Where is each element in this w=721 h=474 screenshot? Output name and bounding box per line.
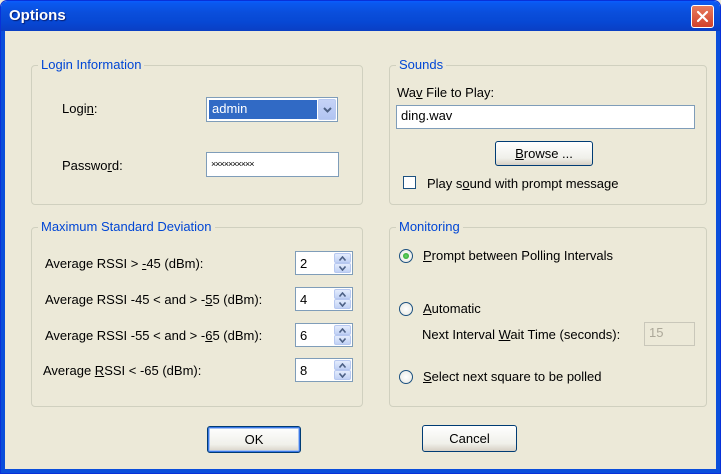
window-title: Options bbox=[9, 7, 66, 24]
max-standard-deviation-legend: Maximum Standard Deviation bbox=[38, 219, 215, 234]
rssi-spinner-value: 8 bbox=[300, 363, 308, 378]
chevron-up-icon bbox=[339, 255, 346, 261]
rssi-row-label: Average RSSI > -45 (dBm): bbox=[45, 256, 204, 271]
rssi-spinner[interactable]: 2 bbox=[295, 251, 353, 275]
automatic-radio[interactable] bbox=[399, 302, 413, 316]
rssi-spinner[interactable]: 6 bbox=[295, 323, 353, 347]
rssi-spinner-value: 4 bbox=[300, 292, 308, 307]
rssi-spinner-value: 6 bbox=[300, 328, 308, 343]
spin-down-button[interactable] bbox=[334, 370, 351, 380]
chevron-down-icon bbox=[339, 372, 346, 378]
chevron-down-icon bbox=[339, 337, 346, 343]
chevron-down-icon bbox=[322, 106, 332, 113]
close-icon bbox=[696, 10, 709, 23]
spin-up-button[interactable] bbox=[334, 253, 351, 263]
rssi-row-label: Average RSSI -45 < and > -55 (dBm): bbox=[45, 292, 263, 307]
chevron-up-icon bbox=[339, 291, 346, 297]
browse-button[interactable]: Browse ... bbox=[495, 141, 593, 166]
password-label: Password: bbox=[62, 158, 123, 173]
prompt-between-intervals-label[interactable]: Prompt between Polling Intervals bbox=[423, 248, 613, 263]
spin-up-button[interactable] bbox=[334, 360, 351, 370]
rssi-row-label: Average RSSI < -65 (dBm): bbox=[43, 363, 202, 378]
play-sound-label[interactable]: Play sound with prompt message bbox=[427, 176, 619, 191]
automatic-label[interactable]: Automatic bbox=[423, 301, 481, 316]
wait-time-label: Next Interval Wait Time (seconds): bbox=[422, 327, 621, 342]
rssi-spinner[interactable]: 4 bbox=[295, 287, 353, 311]
options-dialog: Options Login Information Login: admin P… bbox=[0, 0, 721, 474]
login-information-group: Login Information bbox=[31, 57, 363, 205]
password-field[interactable]: ×××××××××× bbox=[206, 152, 339, 177]
spin-down-button[interactable] bbox=[334, 263, 351, 273]
sounds-legend: Sounds bbox=[396, 57, 447, 72]
rssi-row-label: Average RSSI -55 < and > -65 (dBm): bbox=[45, 328, 263, 343]
spin-up-button[interactable] bbox=[334, 325, 351, 335]
ok-button[interactable]: OK bbox=[207, 426, 301, 453]
wav-file-input[interactable]: ding.wav bbox=[396, 105, 695, 129]
prompt-between-intervals-radio[interactable] bbox=[399, 249, 413, 263]
wait-time-input[interactable]: 15 bbox=[644, 322, 695, 346]
window-frame-bottom bbox=[1, 469, 720, 473]
chevron-down-icon bbox=[339, 265, 346, 271]
rssi-spinner[interactable]: 8 bbox=[295, 358, 353, 382]
wav-file-label: Wav File to Play: bbox=[397, 85, 495, 100]
select-next-square-radio[interactable] bbox=[399, 370, 413, 384]
spin-down-button[interactable] bbox=[334, 299, 351, 309]
rssi-spinner-value: 2 bbox=[300, 256, 308, 271]
login-selected-value: admin bbox=[209, 100, 317, 119]
title-bar[interactable]: Options bbox=[1, 1, 720, 31]
window-frame-right bbox=[716, 31, 720, 473]
spin-up-button[interactable] bbox=[334, 289, 351, 299]
monitoring-legend: Monitoring bbox=[396, 219, 463, 234]
cancel-button[interactable]: Cancel bbox=[422, 425, 517, 452]
login-dropdown-button[interactable] bbox=[318, 99, 336, 120]
play-sound-checkbox[interactable] bbox=[403, 176, 416, 189]
window-frame-left bbox=[1, 31, 5, 473]
login-information-legend: Login Information bbox=[38, 57, 145, 72]
spin-down-button[interactable] bbox=[334, 335, 351, 345]
login-combobox[interactable]: admin bbox=[206, 97, 338, 122]
close-button[interactable] bbox=[691, 5, 714, 28]
login-label: Login: bbox=[62, 101, 98, 116]
chevron-up-icon bbox=[339, 327, 346, 333]
chevron-up-icon bbox=[339, 362, 346, 368]
chevron-down-icon bbox=[339, 301, 346, 307]
select-next-square-label[interactable]: Select next square to be polled bbox=[423, 369, 602, 384]
